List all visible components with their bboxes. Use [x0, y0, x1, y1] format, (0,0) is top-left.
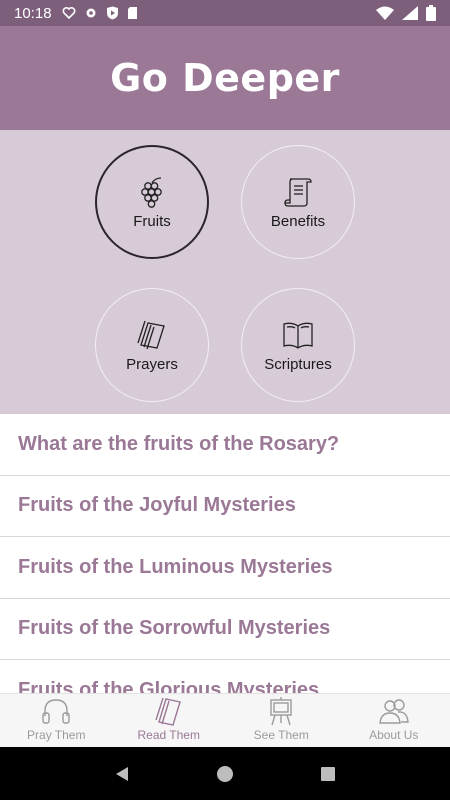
settings-icon — [86, 8, 96, 18]
headphones-icon — [42, 699, 70, 724]
tab-see-them[interactable]: See Them — [225, 694, 338, 747]
scroll-icon — [284, 177, 312, 207]
grapes-icon — [141, 176, 162, 208]
booklet-icon — [155, 697, 181, 726]
scriptures-label: Scriptures — [264, 355, 332, 373]
people-icon — [378, 699, 409, 724]
open-book-icon — [283, 322, 313, 349]
shield-play-icon — [106, 6, 118, 20]
page-title: Go Deeper — [110, 56, 340, 100]
tab-pray-them[interactable]: Pray Them — [0, 694, 113, 747]
prayers-button[interactable]: Prayers — [95, 288, 209, 402]
battery-icon — [426, 5, 436, 21]
benefits-label: Benefits — [270, 212, 326, 230]
scriptures-button[interactable]: Scriptures — [241, 288, 355, 402]
tab-label: Read Them — [137, 728, 200, 742]
header: Go Deeper — [0, 26, 450, 130]
prayer-booklet-icon — [137, 320, 165, 349]
topic-list: What are the fruits of the Rosary? Fruit… — [0, 414, 450, 693]
fruits-label: Fruits — [133, 212, 171, 230]
tab-label: See Them — [253, 728, 309, 742]
tab-read-them[interactable]: Read Them — [113, 694, 226, 747]
list-item[interactable]: Fruits of the Sorrowful Mysteries — [0, 599, 450, 660]
benefits-button[interactable]: Benefits — [241, 145, 355, 259]
prayers-label: Prayers — [126, 355, 178, 373]
list-item[interactable]: What are the fruits of the Rosary? — [0, 414, 450, 476]
tab-label: About Us — [369, 728, 419, 742]
status-bar: 10:18 — [0, 0, 450, 26]
fruits-button[interactable]: Fruits — [95, 145, 209, 259]
bottom-tab-bar: Pray Them Read Them See Them About Us — [0, 693, 450, 747]
heart-shield-icon — [62, 7, 75, 20]
signal-icon — [402, 6, 418, 20]
list-item[interactable]: Fruits of the Joyful Mysteries — [0, 476, 450, 537]
recents-icon[interactable] — [319, 765, 337, 783]
system-navigation-bar — [0, 747, 450, 800]
tab-about-us[interactable]: About Us — [338, 694, 450, 747]
easel-icon — [270, 697, 292, 726]
list-item[interactable]: Fruits of the Luminous Mysteries — [0, 537, 450, 599]
list-item[interactable]: Fruits of the Glorious Mysteries — [0, 660, 450, 693]
back-icon[interactable] — [113, 765, 131, 783]
wifi-icon — [376, 6, 394, 20]
status-time: 10:18 — [14, 4, 52, 22]
home-icon[interactable] — [216, 765, 234, 783]
category-panel: Fruits Benefits Prayers Scriptures — [0, 130, 450, 414]
sd-card-icon — [127, 7, 137, 19]
tab-label: Pray Them — [27, 728, 86, 742]
